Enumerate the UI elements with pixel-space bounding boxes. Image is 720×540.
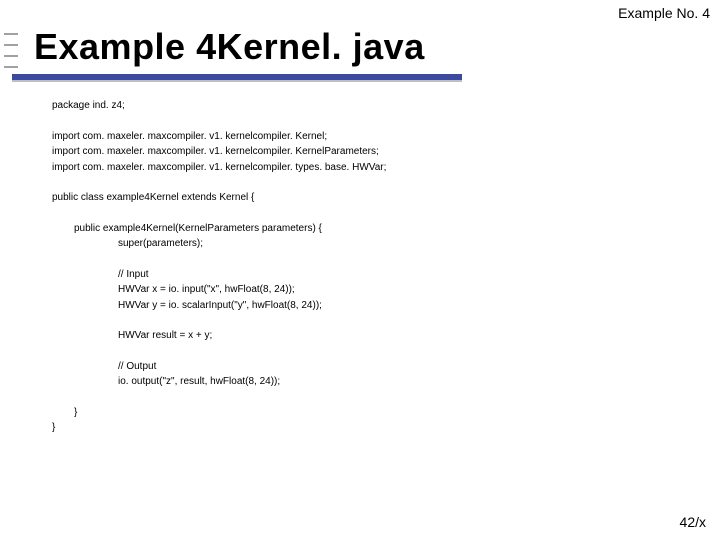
code-line: super(parameters); <box>118 236 652 252</box>
header-label: Example No. 4 <box>618 5 710 21</box>
code-line: package ind. z4; <box>52 98 652 114</box>
title-underline <box>12 74 462 82</box>
code-line: HWVar result = x + y; <box>118 328 652 344</box>
code-comment: // Output <box>118 359 652 375</box>
code-line: public class example4Kernel extends Kern… <box>52 190 652 206</box>
code-line: } <box>52 420 652 436</box>
slide-title: Example 4Kernel. java <box>34 26 425 68</box>
code-line: io. output("z", result, hwFloat(8, 24)); <box>118 374 652 390</box>
code-line: } <box>74 405 652 421</box>
code-line: public example4Kernel(KernelParameters p… <box>74 221 652 237</box>
code-line: HWVar y = io. scalarInput("y", hwFloat(8… <box>118 298 652 314</box>
code-line: import com. maxeler. maxcompiler. v1. ke… <box>52 129 652 145</box>
code-line: import com. maxeler. maxcompiler. v1. ke… <box>52 160 652 176</box>
code-comment: // Input <box>118 267 652 283</box>
code-line: import com. maxeler. maxcompiler. v1. ke… <box>52 144 652 160</box>
code-line: HWVar x = io. input("x", hwFloat(8, 24))… <box>118 282 652 298</box>
decoration-ticks <box>4 33 18 77</box>
code-block: package ind. z4; import com. maxeler. ma… <box>52 98 652 436</box>
page-number: 42/x <box>680 514 706 530</box>
